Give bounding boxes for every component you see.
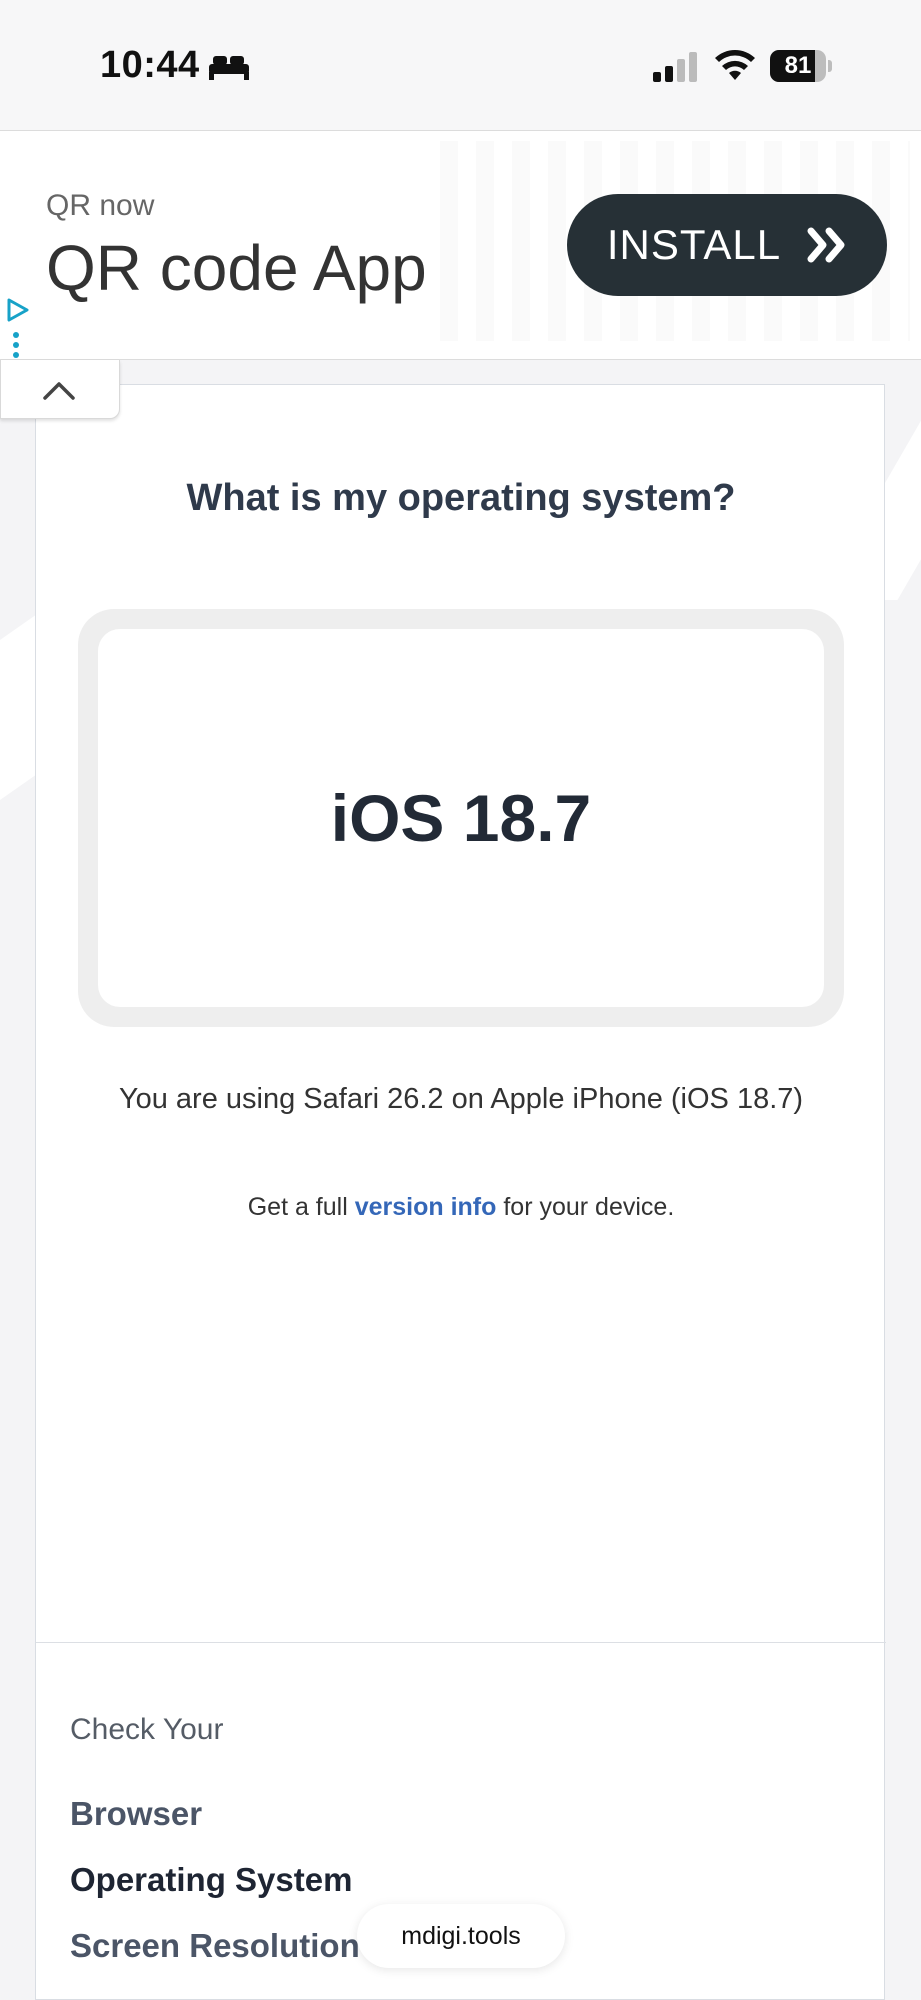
nav-link-browser[interactable]: Browser <box>70 1795 202 1833</box>
main-card: What is my operating system? iOS 18.7 Yo… <box>35 384 886 2000</box>
nav-link-screen-resolution[interactable]: Screen Resolution <box>70 1927 360 1965</box>
ad-title: QR code App <box>46 232 427 304</box>
os-result-box: iOS 18.7 <box>78 609 844 1027</box>
check-your-heading: Check Your <box>70 1713 224 1746</box>
version-info-link[interactable]: version info <box>355 1193 497 1221</box>
battery-percent: 81 <box>784 52 812 79</box>
nav-link-operating-system[interactable]: Operating System <box>70 1861 352 1899</box>
version-suffix: for your device. <box>496 1193 675 1221</box>
bed-icon <box>209 56 249 80</box>
battery-icon: 81 <box>770 50 832 82</box>
wifi-icon <box>715 50 755 80</box>
cellular-signal-icon <box>653 52 697 82</box>
install-label: INSTALL <box>606 221 782 268</box>
version-prefix: Get a full <box>247 1193 355 1221</box>
install-button[interactable]: INSTALL <box>567 194 887 296</box>
double-chevron-right-icon <box>807 227 845 263</box>
version-info-line: Get a full version info for your device. <box>36 1193 886 1222</box>
status-bar: 10:44 81 <box>0 0 921 130</box>
adchoices-icon[interactable] <box>6 297 30 323</box>
status-time: 10:44 <box>100 44 200 86</box>
chevron-up-icon <box>43 382 75 400</box>
usage-text: You are using Safari 26.2 on Apple iPhon… <box>118 1083 804 1115</box>
os-result-inner: iOS 18.7 <box>98 629 824 1007</box>
url-bar[interactable]: mdigi.tools <box>357 1904 565 1968</box>
ad-subtitle: QR now <box>46 189 155 222</box>
ad-menu-icon[interactable] <box>12 331 20 359</box>
collapse-ad-button[interactable] <box>0 360 120 419</box>
os-value: iOS 18.7 <box>330 781 592 855</box>
page-title: What is my operating system? <box>186 477 736 519</box>
url-domain: mdigi.tools <box>401 1921 521 1950</box>
divider <box>36 1642 886 1643</box>
ad-banner[interactable]: QR now QR code App INSTALL <box>0 130 921 360</box>
